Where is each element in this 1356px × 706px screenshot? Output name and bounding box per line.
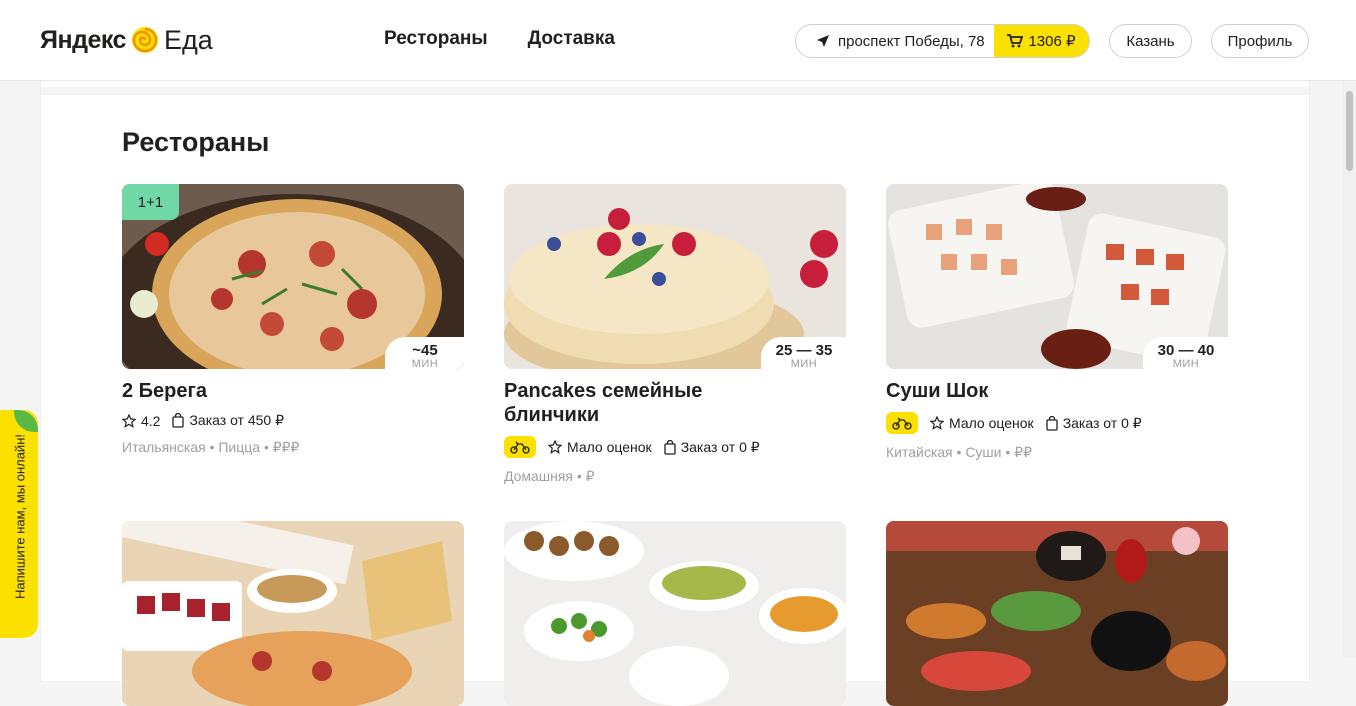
restaurant-card[interactable]: 1+1 ~45 МИН 2 Берега 4.2 Заказ от 450 ₽ … [122, 184, 464, 456]
delivery-time-badge: ~45 МИН [385, 337, 464, 369]
rating-value: Мало оценок [949, 415, 1034, 431]
rating: 4.2 [122, 413, 160, 429]
restaurant-meta: 4.2 Заказ от 450 ₽ [122, 412, 464, 429]
restaurant-tags: Китайская • Суши • ₽₽ [886, 444, 1032, 460]
scrollbar-thumb[interactable] [1346, 91, 1353, 171]
delivery-time-badge: 30 — 40 МИН [1143, 337, 1228, 369]
rating: Мало оценок [930, 415, 1034, 431]
cart-icon [1007, 34, 1024, 48]
restaurant-image[interactable] [504, 521, 846, 706]
restaurant-tags: Домашняя • ₽ [504, 468, 595, 484]
restaurant-image[interactable]: 30 — 40 МИН [886, 184, 1228, 369]
delivery-time-badge: 25 — 35 МИН [761, 337, 846, 369]
min-order: Заказ от 450 ₽ [172, 412, 284, 429]
nav-restaurants[interactable]: Рестораны [384, 28, 488, 50]
restaurant-tags: Итальянская • Пицца • ₽₽₽ [122, 439, 300, 455]
min-order-text: Заказ от 0 ₽ [1062, 414, 1142, 431]
logo-swirl-icon [131, 27, 158, 53]
star-icon [548, 440, 562, 454]
min-order: Заказ от 0 ₽ [664, 439, 760, 456]
address-selector[interactable]: проспект Победы, 78 1306 ₽ [795, 24, 1090, 58]
restaurant-image[interactable]: 25 — 35 МИН [504, 184, 846, 369]
delivery-time: ~45 [412, 342, 438, 359]
restaurant-name[interactable]: 2 Берега [122, 379, 464, 403]
min-order: Заказ от 0 ₽ [1046, 415, 1142, 432]
asian-table-image [886, 521, 1228, 706]
promo-badge: 1+1 [122, 184, 179, 220]
restaurant-name[interactable]: Суши Шок [886, 379, 1228, 403]
header: Яндекс Еда Рестораны Доставка проспект П… [0, 0, 1356, 81]
restaurant-meta: Мало оценок Заказ от 0 ₽ [504, 436, 846, 458]
logo[interactable]: Яндекс Еда [40, 22, 213, 58]
courier-bike-icon [504, 436, 536, 458]
feedback-tab[interactable]: Напишите нам, мы онлайн! [0, 410, 38, 638]
star-icon [930, 416, 944, 430]
main-nav: Рестораны Доставка [384, 28, 615, 50]
city-button[interactable]: Казань [1109, 24, 1192, 58]
scrollbar[interactable] [1343, 81, 1356, 657]
restaurant-image[interactable] [122, 521, 464, 706]
rating-value: 4.2 [141, 412, 161, 429]
bag-icon [1046, 415, 1058, 431]
restaurant-image[interactable] [886, 521, 1228, 706]
restaurant-meta: Мало оценок Заказ от 0 ₽ [886, 412, 1228, 434]
nav-delivery[interactable]: Доставка [528, 28, 615, 50]
logo-eda-text: Еда [163, 24, 213, 55]
restaurant-image[interactable]: 1+1 ~45 МИН [122, 184, 464, 369]
courier-bike-icon [886, 412, 918, 434]
profile-button[interactable]: Профиль [1211, 24, 1309, 58]
delivery-time: 25 — 35 [775, 342, 833, 359]
address-button[interactable]: проспект Победы, 78 [796, 25, 994, 57]
page-title: Рестораны [122, 127, 270, 157]
restaurant-name[interactable]: Pancakes семейные блинчики [504, 379, 754, 427]
delivery-time-unit: МИН [790, 358, 818, 369]
delivery-time: 30 — 40 [1157, 342, 1215, 359]
bag-icon [172, 413, 185, 428]
min-order-text: Заказ от 0 ₽ [680, 438, 760, 455]
salads-image [504, 521, 846, 706]
panel-divider [41, 87, 1309, 95]
delivery-time-unit: МИН [411, 358, 439, 369]
logo-yandex-text: Яндекс [40, 25, 126, 54]
address-text: проспект Победы, 78 [838, 32, 985, 50]
bag-icon [664, 439, 676, 455]
restaurant-card[interactable]: 25 — 35 МИН Pancakes семейные блинчики М… [504, 184, 846, 485]
restaurant-card[interactable] [886, 521, 1228, 706]
rating: Мало оценок [548, 439, 652, 455]
restaurant-card[interactable] [122, 521, 464, 706]
cart-total: 1306 ₽ [1028, 33, 1076, 50]
feedback-tab-label: Напишите нам, мы онлайн! [12, 434, 28, 600]
restaurants-panel: Рестораны 1+1 ~45 МИН 2 Берега 4.2 Заказ… [40, 81, 1310, 706]
restaurant-card[interactable]: 30 — 40 МИН Суши Шок Мало оценок Заказ о… [886, 184, 1228, 461]
min-order-text: Заказ от 450 ₽ [189, 412, 285, 428]
pizza-rolls-image [122, 521, 464, 706]
delivery-time-unit: МИН [1172, 358, 1200, 369]
star-icon [122, 413, 136, 428]
restaurant-card[interactable] [504, 521, 846, 706]
rating-value: Мало оценок [567, 439, 652, 455]
cart-button[interactable]: 1306 ₽ [994, 25, 1089, 57]
location-arrow-icon [817, 35, 829, 47]
